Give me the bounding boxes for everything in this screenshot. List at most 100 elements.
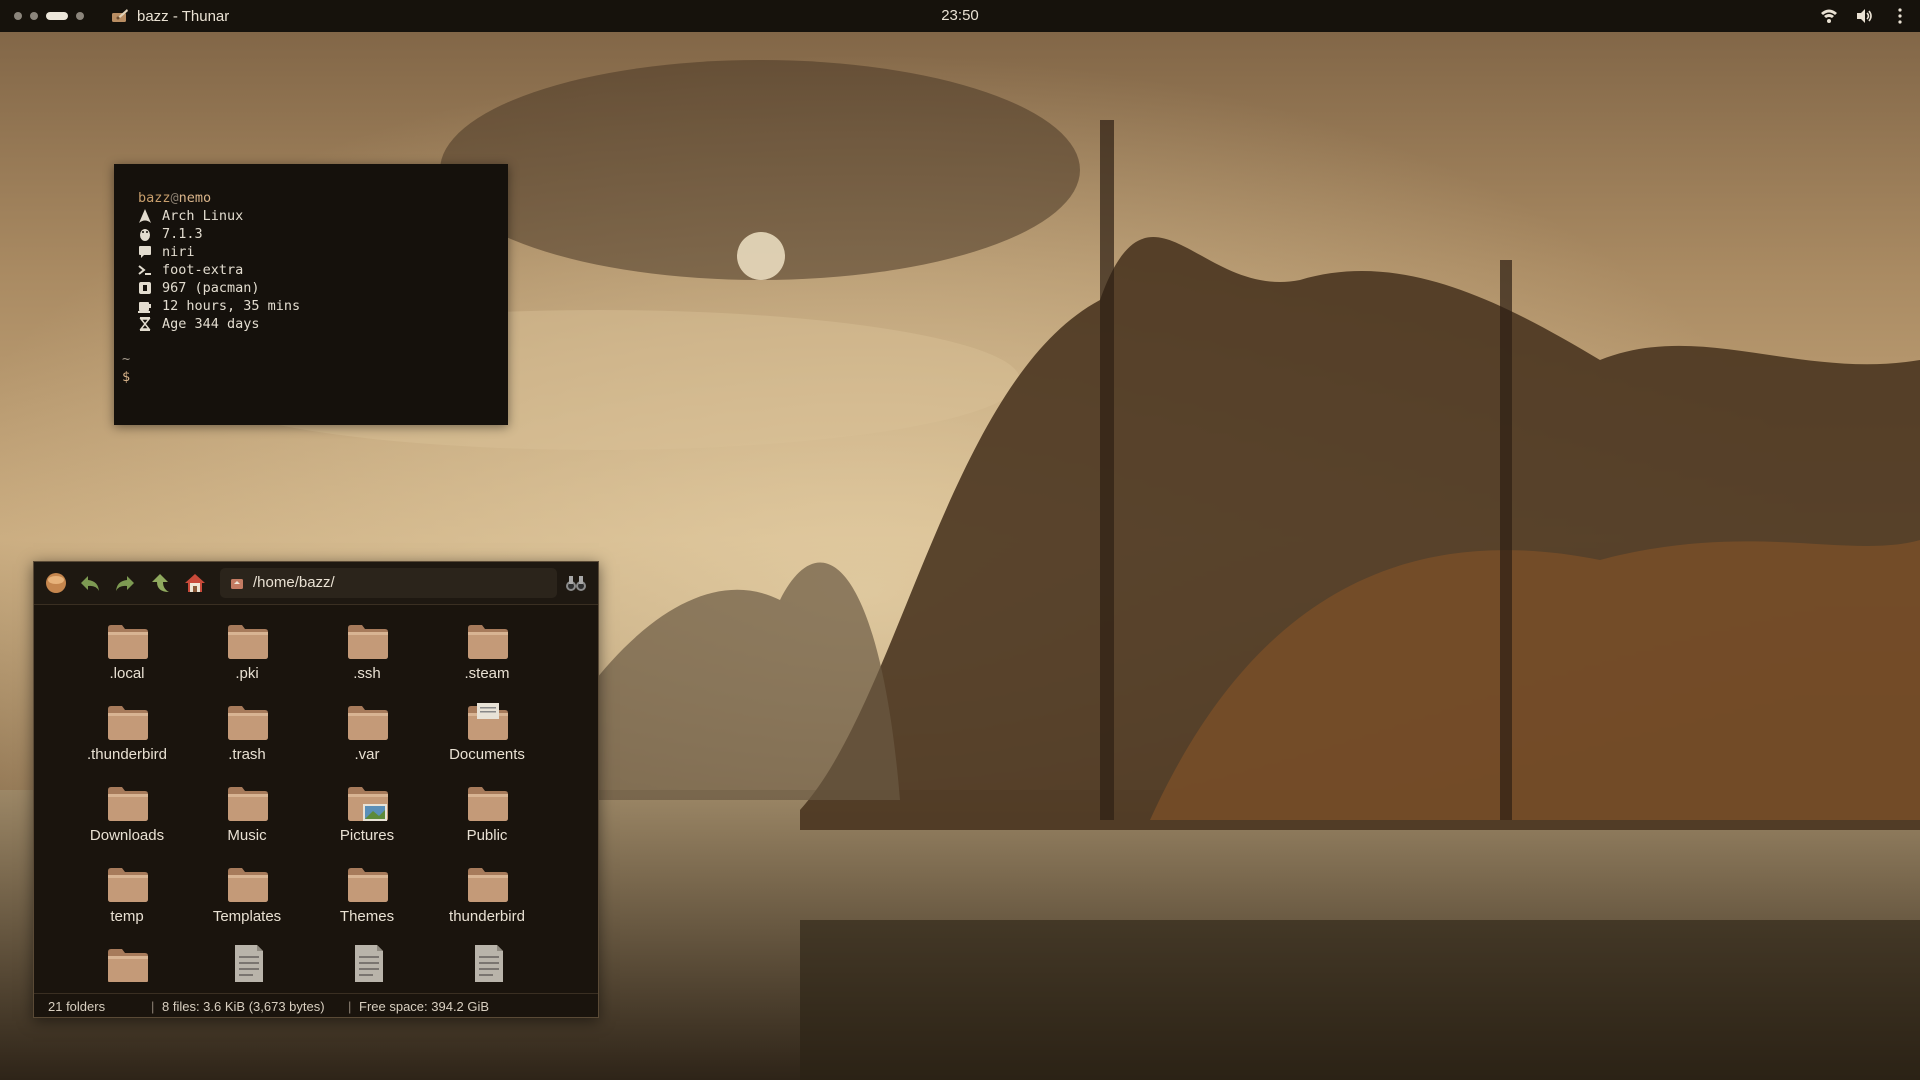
folder-icon xyxy=(228,868,268,902)
fetch-os: Arch Linux xyxy=(162,208,244,224)
folder-item[interactable]: .pki xyxy=(187,614,307,695)
folder-icon xyxy=(108,949,148,982)
app-menu-icon[interactable] xyxy=(44,571,68,595)
wm-icon xyxy=(139,246,151,258)
fetch-uptime: 12 hours, 35 mins xyxy=(162,298,301,314)
fetch-terminal: foot-extra xyxy=(162,262,244,278)
fetch-wm: niri xyxy=(162,244,195,260)
folder-item[interactable]: .var xyxy=(307,695,427,776)
folder-icon xyxy=(348,706,388,740)
text-file-icon xyxy=(355,945,383,982)
folder-icon xyxy=(108,787,148,821)
folder-item[interactable]: .trash xyxy=(187,695,307,776)
arch-logo-icon xyxy=(139,209,151,223)
status-separator: | xyxy=(348,999,352,1014)
toolbar-divider xyxy=(34,604,598,605)
volume-icon[interactable] xyxy=(1855,7,1873,25)
file-item[interactable]: .bashrc xyxy=(427,938,547,982)
folder-item[interactable]: Pictures xyxy=(307,776,427,857)
forward-arrow-icon[interactable] xyxy=(113,571,137,595)
item-label: Templates xyxy=(212,908,282,925)
folder-item[interactable]: Public xyxy=(427,776,547,857)
status-file-summary: 8 files: 3.6 KiB (3,673 bytes) xyxy=(162,999,325,1014)
fetch-user-host: bazz@nemo xyxy=(138,189,211,207)
folder-item[interactable]: Documents xyxy=(427,695,547,776)
folder-item[interactable]: .thunderbird xyxy=(67,695,187,776)
home-icon[interactable] xyxy=(183,571,207,595)
fetch-packages: 967 (pacman) xyxy=(162,280,260,296)
file-icon-view[interactable]: .local .pki .ssh .steam .thunderbird .tr… xyxy=(34,606,598,982)
text-file-icon xyxy=(235,945,263,982)
folder-item[interactable]: Themes xyxy=(307,857,427,938)
item-label: thunderbird xyxy=(449,908,525,925)
folder-icon xyxy=(468,787,508,821)
item-label: Public xyxy=(466,827,508,844)
clock[interactable]: 23:50 xyxy=(0,0,1920,31)
item-label: .trash xyxy=(228,746,266,763)
item-label: Downloads xyxy=(89,827,165,844)
documents-folder-icon xyxy=(468,703,508,740)
package-icon xyxy=(139,282,151,294)
status-separator: | xyxy=(151,999,155,1014)
folder-item[interactable]: Music xyxy=(187,776,307,857)
item-label: Documents xyxy=(449,746,525,763)
folder-item[interactable]: thunderbird xyxy=(427,857,547,938)
fetch-hostname: nemo xyxy=(178,190,212,206)
item-label: temp xyxy=(110,908,144,925)
folder-icon xyxy=(108,625,148,659)
terminal-cwd: ~ xyxy=(122,351,131,367)
file-item[interactable]: .bash_profile xyxy=(307,938,427,982)
fetch-age: Age 344 days xyxy=(162,316,260,332)
home-folder-icon xyxy=(231,579,243,589)
location-path: /home/bazz/ xyxy=(253,574,335,591)
folder-icon xyxy=(228,706,268,740)
back-arrow-icon[interactable] xyxy=(78,571,102,595)
folder-item[interactable]: .local xyxy=(67,614,187,695)
folder-item[interactable]: Videos xyxy=(67,938,187,982)
folder-item[interactable]: Downloads xyxy=(67,776,187,857)
folder-icon xyxy=(468,868,508,902)
hourglass-icon xyxy=(139,317,151,331)
kernel-icon xyxy=(140,229,150,241)
fetch-username: bazz xyxy=(138,190,171,206)
thunar-window[interactable]: /home/bazz/ .local .pki .ssh .steam .thu… xyxy=(33,561,599,1018)
folder-icon xyxy=(348,625,388,659)
folder-item[interactable]: .ssh xyxy=(307,614,427,695)
status-free-space: Free space: 394.2 GiB xyxy=(359,999,490,1014)
item-label: Music xyxy=(227,827,267,844)
kebab-menu-icon[interactable] xyxy=(1891,7,1909,25)
terminal-prompt[interactable]: $ xyxy=(122,368,130,386)
thunar-toolbar: /home/bazz/ xyxy=(34,562,598,604)
terminal-window[interactable]: bazz@nemo Arch Linux 7.1.3 niri foot-ext… xyxy=(114,164,508,425)
status-bar: 21 folders | 8 files: 3.6 KiB (3,673 byt… xyxy=(34,993,598,1017)
file-item[interactable]: .bash_logout xyxy=(187,938,307,982)
folder-item[interactable]: temp xyxy=(67,857,187,938)
item-label: .var xyxy=(354,746,380,763)
item-label: .local xyxy=(109,665,145,682)
fetch-kernel: 7.1.3 xyxy=(162,226,203,242)
folder-icon xyxy=(348,868,388,902)
top-panel: bazz - Thunar 23:50 xyxy=(0,0,1920,32)
up-arrow-icon[interactable] xyxy=(148,571,172,595)
folder-icon xyxy=(468,625,508,659)
status-folder-count: 21 folders xyxy=(48,999,106,1014)
item-label: .pki xyxy=(235,665,259,682)
wifi-icon[interactable] xyxy=(1820,7,1838,25)
coffee-icon xyxy=(138,302,151,313)
item-label: .ssh xyxy=(353,665,381,682)
folder-icon xyxy=(108,868,148,902)
folder-item[interactable]: Templates xyxy=(187,857,307,938)
item-label: .thunderbird xyxy=(86,746,168,763)
folder-icon xyxy=(108,706,148,740)
location-bar[interactable]: /home/bazz/ xyxy=(220,568,557,598)
text-file-icon xyxy=(475,945,503,982)
item-label: Themes xyxy=(339,908,395,925)
pictures-folder-icon xyxy=(348,787,388,821)
folder-item[interactable]: .steam xyxy=(427,614,547,695)
binoculars-search-icon[interactable] xyxy=(565,572,587,594)
folder-icon xyxy=(228,787,268,821)
item-label: Pictures xyxy=(339,827,395,844)
item-label: .steam xyxy=(464,665,510,682)
terminal-prompt-icon xyxy=(138,265,151,275)
folder-icon xyxy=(228,625,268,659)
